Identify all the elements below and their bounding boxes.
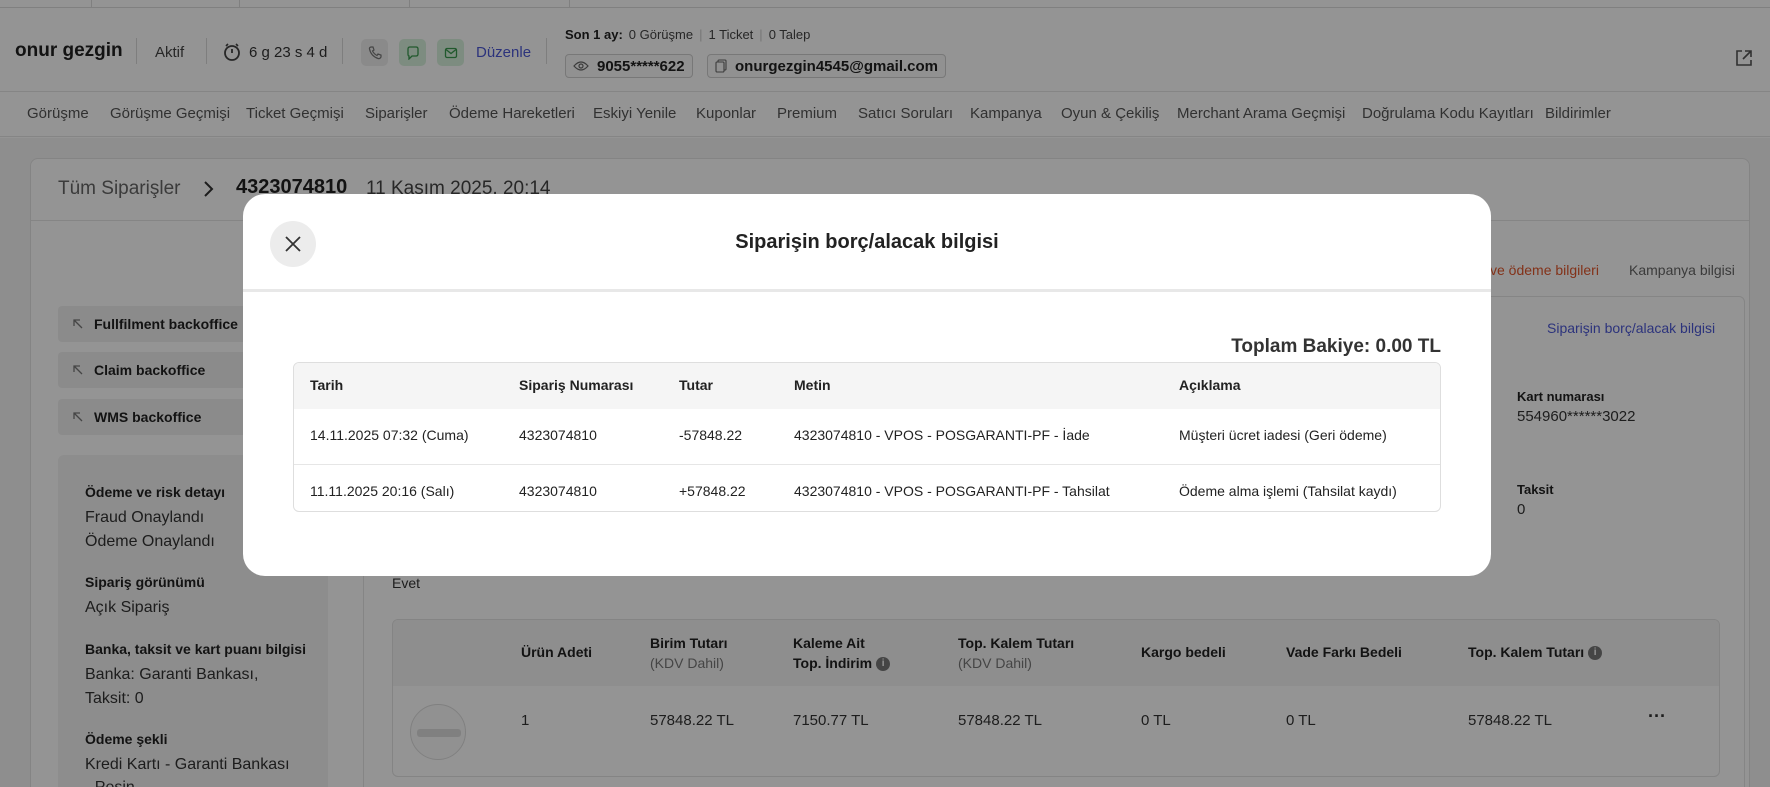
cell-description: Ödeme alma işlemi (Tahsilat kaydı) [1179,483,1397,499]
col-text: Metin [794,377,831,393]
cell-date: 11.11.2025 20:16 (Salı) [310,483,455,499]
cell-order-number: 4323074810 [519,483,597,499]
debt-credit-modal: Siparişin borç/alacak bilgisi Toplam Bak… [243,194,1491,576]
transactions-table: Tarih Sipariş Numarası Tutar Metin Açıkl… [293,362,1441,512]
col-description: Açıklama [1179,377,1241,393]
cell-order-number: 4323074810 [519,427,597,443]
divider [243,289,1491,292]
table-header: Tarih Sipariş Numarası Tutar Metin Açıkl… [294,363,1440,409]
col-date: Tarih [310,377,344,393]
cell-amount: -57848.22 [679,427,743,443]
col-amount: Tutar [679,377,713,393]
total-balance: Toplam Bakiye: 0.00 TL [1231,336,1441,357]
table-row: 14.11.2025 07:32 (Cuma) 4323074810 -5784… [294,409,1440,464]
modal-title: Siparişin borç/alacak bilgisi [735,231,999,253]
cell-date: 14.11.2025 07:32 (Cuma) [310,427,469,443]
cell-amount: +57848.22 [679,483,746,499]
cell-text: 4323074810 - VPOS - POSGARANTI-PF - Tahs… [794,483,1110,499]
col-order-number: Sipariş Numarası [519,377,634,393]
cell-description: Müşteri ücret iadesi (Geri ödeme) [1179,427,1387,443]
cell-text: 4323074810 - VPOS - POSGARANTI-PF - İade [794,427,1090,443]
table-row: 11.11.2025 20:16 (Salı) 4323074810 +5784… [294,464,1440,511]
